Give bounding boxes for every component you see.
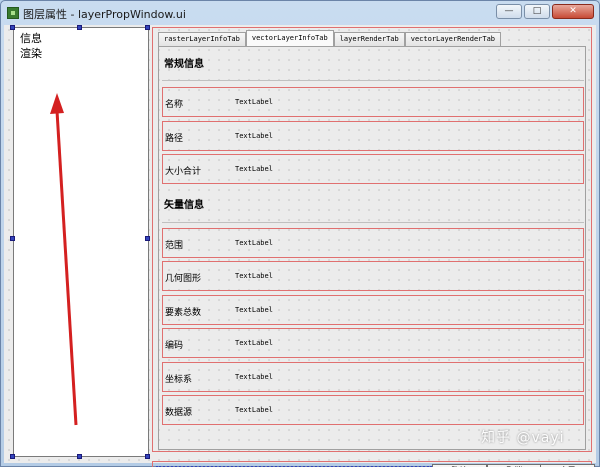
general-info-heading: 常规信息 xyxy=(164,59,204,70)
button-bar: 确认 取消 应用 xyxy=(152,461,595,467)
row-label: 范围 xyxy=(165,241,184,251)
selection-handle[interactable] xyxy=(10,25,15,30)
selection-handle[interactable] xyxy=(145,236,150,241)
tab-raster-layer-info[interactable]: rasterLayerInfoTab xyxy=(158,32,246,46)
tab-vector-layer-render[interactable]: vectorLayerRenderTab xyxy=(404,32,502,46)
watermark: 知乎 @vayi xyxy=(481,430,565,446)
nav-list-widget[interactable]: 信息 渲染 xyxy=(13,27,149,457)
tab-bar: rasterLayerInfoTab vectorLayerInfoTab la… xyxy=(158,30,502,46)
title-bar[interactable]: 图层属性 - layerPropWindow.ui — □ ✕ xyxy=(1,1,599,25)
window-title: 图层属性 - layerPropWindow.ui xyxy=(23,8,186,21)
info-row-crs: 坐标系 TextLabel xyxy=(162,362,584,392)
info-row-path: 路径 TextLabel xyxy=(162,121,584,151)
list-item-render[interactable]: 渲染 xyxy=(20,45,42,61)
qt-designer-icon xyxy=(7,7,19,19)
tab-vector-layer-info[interactable]: vectorLayerInfoTab xyxy=(245,30,334,46)
form-canvas[interactable]: 信息 渲染 rasterLayerInfoTab vectorLayerInfo… xyxy=(4,25,596,467)
selection-handle[interactable] xyxy=(145,454,150,459)
info-row-datasource: 数据源 TextLabel xyxy=(162,395,584,425)
selection-handle[interactable] xyxy=(10,236,15,241)
info-row-extent: 范围 TextLabel xyxy=(162,228,584,258)
info-row-feature-count: 要素总数 TextLabel xyxy=(162,295,584,325)
list-item-info[interactable]: 信息 xyxy=(20,30,42,46)
row-value: TextLabel xyxy=(235,239,273,247)
minimize-button[interactable]: — xyxy=(496,4,522,19)
row-label: 数据源 xyxy=(165,408,193,418)
row-label: 几何图形 xyxy=(165,274,202,284)
row-value: TextLabel xyxy=(235,373,273,381)
row-label: 大小合计 xyxy=(165,167,202,177)
row-label: 要素总数 xyxy=(165,308,202,318)
designer-window: 图层属性 - layerPropWindow.ui — □ ✕ 信息 渲染 ra… xyxy=(0,0,600,467)
section-divider xyxy=(162,80,584,81)
section-divider xyxy=(162,222,584,223)
selection-handle[interactable] xyxy=(77,25,82,30)
vector-layer-info-pane: 常规信息 名称 TextLabel 路径 TextLabel 大小合计 Text… xyxy=(158,46,586,450)
stacked-widget-frame: rasterLayerInfoTab vectorLayerInfoTab la… xyxy=(152,27,592,452)
row-value: TextLabel xyxy=(235,132,273,140)
row-value: TextLabel xyxy=(235,306,273,314)
maximize-button[interactable]: □ xyxy=(524,4,550,19)
row-label: 编码 xyxy=(165,341,184,351)
row-value: TextLabel xyxy=(235,98,273,106)
selection-handle[interactable] xyxy=(10,454,15,459)
row-value: TextLabel xyxy=(235,272,273,280)
info-row-name: 名称 TextLabel xyxy=(162,87,584,117)
selection-handle[interactable] xyxy=(77,454,82,459)
info-row-encoding: 编码 TextLabel xyxy=(162,328,584,358)
row-label: 坐标系 xyxy=(165,375,193,385)
tab-layer-render[interactable]: layerRenderTab xyxy=(333,32,405,46)
vector-info-heading: 矢量信息 xyxy=(164,200,204,211)
row-value: TextLabel xyxy=(235,406,273,414)
selection-handle[interactable] xyxy=(145,25,150,30)
info-row-geometry: 几何图形 TextLabel xyxy=(162,261,584,291)
info-row-size: 大小合计 TextLabel xyxy=(162,154,584,184)
row-label: 名称 xyxy=(165,100,184,110)
row-value: TextLabel xyxy=(235,339,273,347)
close-button[interactable]: ✕ xyxy=(552,4,594,19)
row-value: TextLabel xyxy=(235,165,273,173)
row-label: 路径 xyxy=(165,134,184,144)
